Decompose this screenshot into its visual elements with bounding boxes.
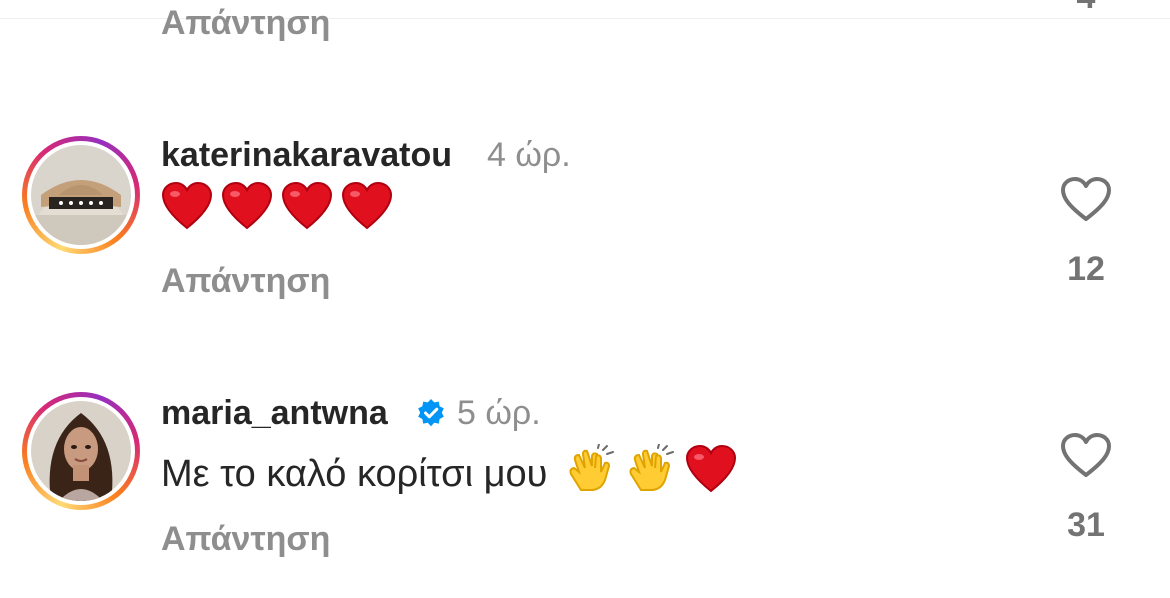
comment-item: katerinakaravatou 4 ώρ. Απάντηση 12 — [0, 130, 1170, 330]
heart-icon[interactable] — [1060, 432, 1112, 480]
comment-username[interactable]: katerinakaravatou — [161, 136, 452, 175]
comment-text-content: Με το καλό κορίτσι μου — [161, 452, 548, 495]
clapping-hands-icon — [565, 443, 617, 504]
reply-button[interactable]: Απάντηση — [161, 262, 330, 301]
red-heart-icon — [221, 181, 273, 240]
reply-button[interactable]: Απάντηση — [161, 520, 330, 559]
red-heart-icon — [161, 181, 213, 240]
avatar[interactable] — [22, 136, 140, 254]
comment-username[interactable]: maria_antwna — [161, 394, 388, 433]
red-heart-icon — [685, 444, 737, 503]
comment-timestamp: 5 ώρ. — [457, 394, 541, 432]
avatar-image — [31, 401, 131, 501]
avatar-image — [31, 145, 131, 245]
comment-text — [161, 181, 401, 240]
reply-button[interactable]: Απάντηση — [161, 4, 330, 43]
like-count: 12 — [1067, 250, 1105, 288]
red-heart-icon — [341, 181, 393, 240]
red-heart-icon — [281, 181, 333, 240]
avatar[interactable] — [22, 392, 140, 510]
like-count: 31 — [1067, 506, 1105, 544]
comment-text: Με το καλό κορίτσι μου — [161, 443, 745, 504]
clapping-hands-icon — [625, 443, 677, 504]
heart-icon[interactable] — [1060, 176, 1112, 224]
comment-timestamp: 4 ώρ. — [487, 136, 571, 174]
comment-item: maria_antwna 5 ώρ. Με το καλό κορίτσι μο… — [0, 386, 1170, 586]
like-count: 4 — [1046, 0, 1126, 17]
verified-badge-icon — [418, 399, 444, 427]
